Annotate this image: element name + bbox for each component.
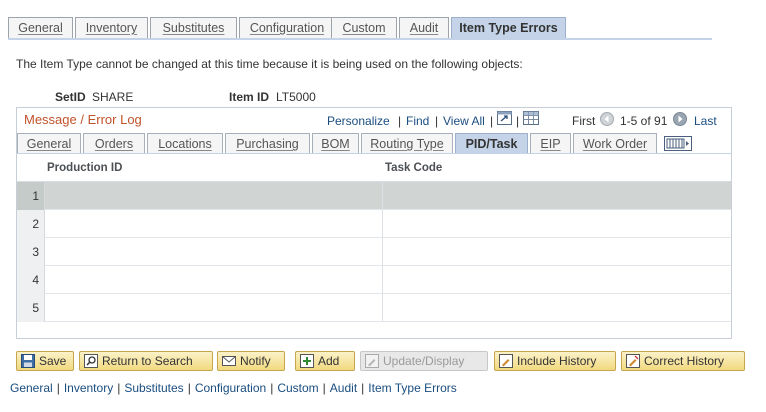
column-header-production-id[interactable]: Production ID xyxy=(47,162,122,174)
row-number: 5 xyxy=(17,294,45,322)
row-number: 1 xyxy=(17,182,45,210)
grid-tab-general[interactable]: General xyxy=(17,133,81,154)
column-divider xyxy=(382,294,383,322)
item-id-value: LT5000 xyxy=(276,90,316,104)
grid-tab-pid-task[interactable]: PID/Task xyxy=(455,133,528,154)
page-tab-substitutes[interactable]: Substitutes xyxy=(150,17,237,39)
link-separator: | xyxy=(56,381,60,395)
add-button[interactable]: Add xyxy=(295,351,355,371)
column-divider xyxy=(382,238,383,266)
include-history-icon xyxy=(499,354,513,368)
include-history-label: Include History xyxy=(517,354,597,368)
grid-tab-bom[interactable]: BOM xyxy=(312,133,359,154)
bottom-link-item-type-errors[interactable]: Item Type Errors xyxy=(368,381,456,395)
nav-separator: | xyxy=(516,114,520,128)
setid-value: SHARE xyxy=(92,90,134,104)
link-separator: | xyxy=(187,381,191,395)
return-to-search-button[interactable]: Return to Search xyxy=(79,351,213,371)
find-link[interactable]: Find xyxy=(406,114,429,128)
intro-message: The Item Type cannot be changed at this … xyxy=(16,57,523,71)
setid-label: SetID xyxy=(55,90,86,104)
bottom-link-general[interactable]: General xyxy=(10,381,53,395)
correct-history-label: Correct History xyxy=(644,354,725,368)
item-id-label: Item ID xyxy=(229,90,270,104)
row-number: 4 xyxy=(17,266,45,294)
table-row[interactable]: 3 xyxy=(17,238,731,266)
table-row[interactable]: 2 xyxy=(17,210,731,238)
grid-tab-work-order[interactable]: Work Order xyxy=(573,133,657,154)
table-header: Production ID Task Code xyxy=(17,154,731,182)
nav-separator: | xyxy=(490,114,494,128)
bottom-page-links: General | Inventory | Substitutes | Configurat… xyxy=(10,381,457,395)
link-separator: | xyxy=(322,381,326,395)
download-to-spreadsheet-icon[interactable] xyxy=(523,111,539,125)
column-divider xyxy=(382,182,383,210)
return-to-search-icon xyxy=(84,354,98,368)
save-icon xyxy=(21,354,35,368)
notify-icon xyxy=(222,354,236,368)
grid-tab-routing-type[interactable]: Routing Type xyxy=(361,133,453,154)
return-to-search-label: Return to Search xyxy=(102,354,193,368)
bottom-link-inventory[interactable]: Inventory xyxy=(64,381,113,395)
link-separator: | xyxy=(270,381,274,395)
page-tabs-divider xyxy=(8,38,712,40)
page-tab-audit[interactable]: Audit xyxy=(399,17,449,39)
personalize-link[interactable]: Personalize xyxy=(327,114,390,128)
correct-history-button[interactable]: Correct History xyxy=(621,351,745,371)
column-divider xyxy=(382,266,383,294)
update-display-label: Update/Display xyxy=(383,354,465,368)
nav-separator: | xyxy=(435,114,439,128)
correct-history-icon xyxy=(626,354,640,368)
row-range: 1-5 of 91 xyxy=(620,114,668,128)
zoom-grid-icon[interactable] xyxy=(497,111,512,125)
table-row[interactable]: 1 xyxy=(17,182,731,210)
add-label: Add xyxy=(318,354,340,368)
column-header-task-code[interactable]: Task Code xyxy=(385,162,442,174)
page-tab-custom[interactable]: Custom xyxy=(331,17,397,39)
previous-arrow-icon[interactable] xyxy=(600,112,614,126)
save-label: Save xyxy=(39,354,67,368)
notify-button[interactable]: Notify xyxy=(217,351,285,371)
update-display-button[interactable]: Update/Display xyxy=(360,351,488,371)
link-separator: | xyxy=(117,381,121,395)
bottom-link-substitutes[interactable]: Substitutes xyxy=(124,381,183,395)
table-row[interactable]: 5 xyxy=(17,294,731,322)
first-label: First xyxy=(572,114,596,128)
bottom-link-configuration[interactable]: Configuration xyxy=(195,381,266,395)
bottom-link-custom[interactable]: Custom xyxy=(277,381,318,395)
row-number: 3 xyxy=(17,238,45,266)
update-display-icon xyxy=(365,354,379,368)
page-tab-item-type-errors[interactable]: Item Type Errors xyxy=(451,17,566,39)
save-button[interactable]: Save xyxy=(16,351,74,371)
view-all-link[interactable]: View All xyxy=(443,114,485,128)
grid-tab-eip[interactable]: EIP xyxy=(530,133,571,154)
grid-tab-locations[interactable]: Locations xyxy=(147,133,223,154)
link-separator: | xyxy=(361,381,365,395)
page-tab-configuration[interactable]: Configuration xyxy=(239,17,335,39)
grid-tab-purchasing[interactable]: Purchasing xyxy=(225,133,310,154)
row-number: 2 xyxy=(17,210,45,238)
next-arrow-icon[interactable] xyxy=(673,112,687,126)
grid-tab-orders[interactable]: Orders xyxy=(83,133,145,154)
last-link[interactable]: Last xyxy=(694,114,717,128)
grid-title: Message / Error Log xyxy=(24,112,142,127)
include-history-button[interactable]: Include History xyxy=(494,351,616,371)
page-tab-general[interactable]: General xyxy=(8,17,73,39)
column-divider xyxy=(382,210,383,238)
add-icon xyxy=(300,354,314,368)
table-row[interactable]: 4 xyxy=(17,266,731,294)
page-tab-inventory[interactable]: Inventory xyxy=(75,17,148,39)
show-all-columns-icon[interactable] xyxy=(664,136,692,151)
notify-label: Notify xyxy=(240,354,271,368)
bottom-link-audit[interactable]: Audit xyxy=(330,381,357,395)
nav-separator: | xyxy=(398,114,402,128)
